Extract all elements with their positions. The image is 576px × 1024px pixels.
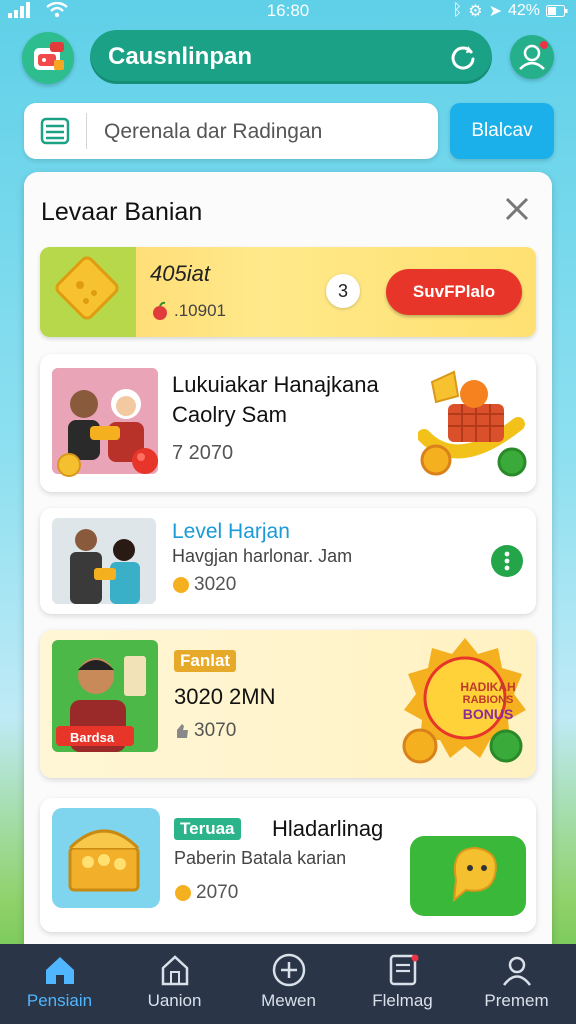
coin-icon (57, 453, 81, 477)
bonus-text-2: RABIONS (462, 694, 514, 706)
mascot-icon (34, 42, 64, 70)
document-icon (389, 954, 419, 986)
close-icon[interactable] (502, 194, 532, 224)
bottom-nav: Pensiain Uanion Mewen Flelmag Premem (0, 944, 576, 1024)
bonus-text-1: HADIKAH (460, 680, 516, 694)
featured-name: 3020 2MN (174, 684, 276, 709)
banner-sub-value: .10901 (174, 301, 226, 320)
search-box (24, 103, 438, 159)
profile-icon (519, 41, 548, 70)
home-icon (46, 957, 74, 984)
treasure-chest-icon (52, 808, 160, 908)
featured-badge: Fanlat (174, 650, 237, 672)
item-reward: 2070 (174, 882, 238, 904)
featured-reward-value: 3070 (194, 720, 237, 741)
tomato-icon (132, 448, 158, 474)
user-icon (503, 956, 531, 986)
nav-mewen-label: Mewen (261, 991, 316, 1010)
featured-task-card[interactable]: Bardsa Fanlat 3020 2MN 3070 HADIKAH RABI… (40, 630, 536, 778)
level-reward: 3020 (172, 574, 236, 596)
chat-bubble-icon[interactable] (410, 830, 526, 918)
coin-icon (175, 885, 191, 901)
nav-home[interactable]: Pensiain (2, 944, 117, 1024)
battery-text: 42% (507, 2, 540, 19)
battery-icon (546, 5, 568, 17)
item-badge: Teruaa (174, 818, 241, 840)
nav-home-label: Pensiain (26, 991, 93, 1010)
profile-button[interactable] (510, 35, 554, 79)
search-input[interactable] (102, 115, 426, 149)
coin-icon (173, 577, 189, 593)
list-icon[interactable] (40, 117, 70, 145)
task-card[interactable]: Teruaa Hladarlinag Paberin Batala karian… (40, 798, 536, 932)
panel-title: Levaar Banian (41, 198, 203, 226)
top-bar: Causnlinpan (22, 30, 554, 86)
app-logo[interactable] (22, 32, 74, 84)
app-title: Causnlinpan (108, 43, 253, 70)
task-reward: 7 2070 (172, 442, 234, 464)
search-divider (86, 113, 87, 149)
banner-icon-bg (40, 247, 136, 337)
refresh-icon[interactable] (448, 42, 478, 72)
title-bar: Causnlinpan (90, 30, 492, 84)
task-name-line1: Lukuiakar Hanajkana (172, 372, 379, 397)
couple-illustration (52, 518, 156, 604)
item-desc: Paberin Batala karian (174, 848, 347, 868)
nav-uanion[interactable]: Uanion (117, 944, 232, 1024)
house-outline-icon (161, 955, 189, 986)
status-bar: 16:80 ᛒ ⚙ ➤ 42% (0, 0, 576, 22)
thumb-icon (177, 724, 188, 738)
settings-icon: ⚙ (468, 3, 483, 20)
nav-flelmag-label: Flelmag (372, 991, 433, 1010)
item-reward-value: 2070 (196, 882, 239, 903)
task-card[interactable]: Lukuiakar Hanajkana Caolry Sam 7 2070 (40, 354, 536, 492)
couple-photo (52, 518, 156, 604)
bonus-text-3: BONUS (462, 706, 514, 722)
level-reward-value: 3020 (194, 574, 237, 595)
more-options-icon[interactable] (490, 544, 524, 578)
item-name: Hladarlinag (272, 816, 384, 841)
task-card[interactable]: Level Harjan Havgjan harlonar. Jam 3020 (40, 508, 536, 614)
banner-sub: .10901 (150, 301, 226, 321)
banner-amount: 405iat (150, 261, 210, 286)
search-button[interactable]: Blalcav (450, 103, 554, 159)
claim-button[interactable]: SuvFPlalo (386, 269, 522, 315)
level-name: Level Harjan (172, 520, 290, 543)
location-icon: ➤ (488, 3, 502, 20)
nav-premem-label: Premem (484, 991, 549, 1010)
photo-tag: Bardsa (70, 730, 115, 745)
plus-circle-icon (272, 953, 306, 987)
nav-flelmag[interactable]: Flelmag (345, 944, 460, 1024)
level-desc: Havgjan harlonar. Jam (172, 546, 353, 566)
nav-mewen[interactable]: Mewen (231, 944, 346, 1024)
task-name-line2: Caolry Sam (172, 402, 287, 427)
featured-reward: 3070 (174, 720, 236, 742)
cheese-icon (55, 256, 119, 320)
reward-banner: 405iat .10901 3 SuvFPlalo (40, 247, 536, 337)
treasure-chest (52, 808, 160, 908)
fruit-basket-icon (418, 370, 527, 477)
banner-count: 3 (326, 274, 360, 308)
apple-icon (153, 301, 167, 320)
rewards-panel: Levaar Banian 405iat .10901 3 SuvFPlalo (24, 172, 552, 962)
search-row: Blalcav (24, 103, 554, 159)
nav-premem[interactable]: Premem (459, 944, 574, 1024)
bluetooth-icon: ᛒ (452, 2, 463, 19)
nav-uanion-label: Uanion (147, 991, 202, 1010)
